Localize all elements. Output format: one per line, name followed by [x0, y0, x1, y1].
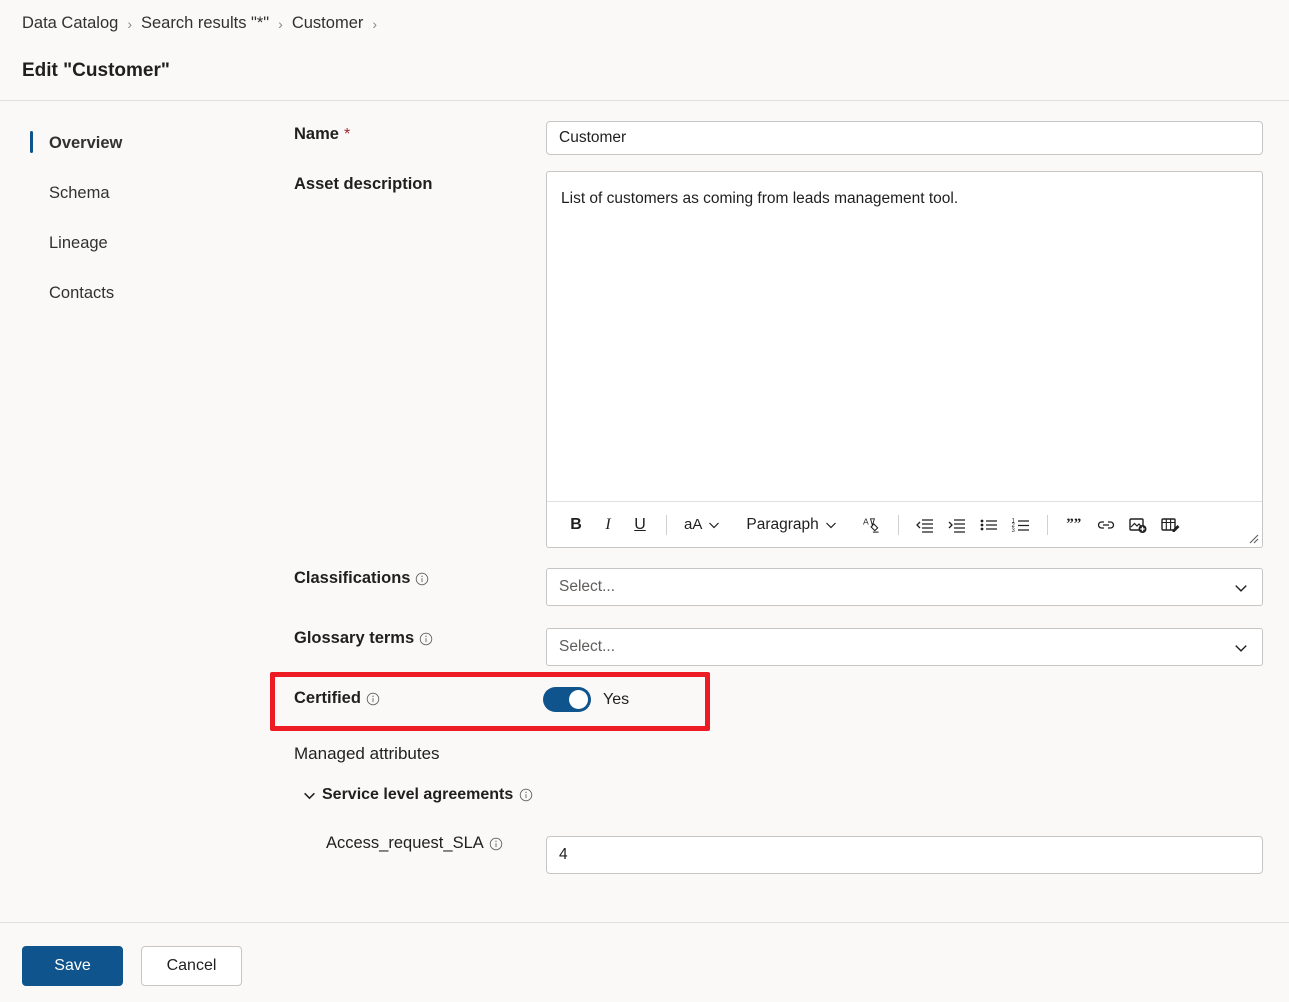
classifications-label: Classifications	[294, 569, 429, 588]
edit-asset-form: Name * Customer Asset description List o…	[270, 101, 1289, 922]
breadcrumb-item-search-results[interactable]: Search results "*"	[141, 14, 269, 33]
blockquote-icon[interactable]: ””	[1059, 510, 1089, 540]
glossary-terms-label: Glossary terms	[294, 629, 433, 648]
underline-icon[interactable]: U	[625, 510, 655, 540]
asset-description-editor: List of customers as coming from leads m…	[546, 171, 1263, 548]
toggle-knob	[569, 690, 588, 709]
chevron-down-icon	[1235, 585, 1247, 592]
required-asterisk: *	[343, 125, 351, 143]
info-icon[interactable]	[519, 788, 533, 802]
name-label-text: Name	[294, 125, 339, 143]
certified-label-text: Certified	[294, 689, 361, 707]
paragraph-style-label: Paragraph	[746, 515, 819, 533]
sidebar-nav: Overview Schema Lineage Contacts	[0, 101, 270, 922]
toolbar-divider	[897, 514, 899, 535]
attribute-label-text: Access_request_SLA	[326, 834, 484, 852]
group-title: Service level agreements	[322, 786, 514, 803]
info-icon[interactable]	[415, 572, 429, 586]
save-button[interactable]: Save	[22, 946, 123, 986]
info-icon[interactable]	[419, 632, 433, 646]
sidebar-item-label: Lineage	[49, 233, 108, 252]
name-input[interactable]: Customer	[546, 121, 1263, 155]
insert-image-icon[interactable]	[1123, 510, 1153, 540]
paragraph-style-dropdown[interactable]: Paragraph	[740, 510, 842, 540]
classifications-select[interactable]: Select...	[546, 568, 1263, 606]
name-input-value: Customer	[559, 129, 627, 146]
sidebar-item-overview[interactable]: Overview	[0, 118, 270, 168]
bulleted-list-icon[interactable]	[974, 510, 1004, 540]
attribute-access-request-sla-input[interactable]: 4	[546, 836, 1263, 874]
sidebar-item-schema[interactable]: Schema	[0, 168, 270, 218]
asset-description-textarea[interactable]: List of customers as coming from leads m…	[547, 172, 1262, 502]
font-size-icon: aA	[684, 516, 703, 533]
sidebar-item-label: Overview	[49, 133, 123, 152]
chevron-down-icon	[304, 792, 315, 799]
glossary-terms-placeholder: Select...	[559, 638, 615, 655]
breadcrumb: Data Catalog › Search results "*" › Cust…	[22, 14, 386, 33]
indent-icon[interactable]	[942, 510, 972, 540]
sidebar-item-contacts[interactable]: Contacts	[0, 268, 270, 318]
bold-icon[interactable]: B	[561, 510, 591, 540]
edit-asset-page: Data Catalog › Search results "*" › Cust…	[0, 0, 1289, 1002]
attribute-access-request-sla-label: Access_request_SLA	[326, 834, 503, 853]
sidebar-item-label: Schema	[49, 183, 110, 202]
italic-icon[interactable]: I	[593, 510, 623, 540]
sidebar-item-label: Contacts	[49, 283, 115, 302]
insert-table-icon[interactable]	[1155, 510, 1185, 540]
certified-toggle-group: Yes	[543, 687, 629, 712]
form-actions-footer: Save Cancel	[0, 922, 1289, 1002]
chevron-down-icon	[825, 522, 836, 528]
page-header: Data Catalog › Search results "*" › Cust…	[0, 0, 1289, 101]
svg-text:A: A	[863, 517, 869, 527]
chevron-down-icon	[1235, 645, 1247, 652]
breadcrumb-item-data-catalog[interactable]: Data Catalog	[22, 14, 118, 33]
cancel-button[interactable]: Cancel	[141, 946, 242, 986]
numbered-list-icon[interactable]: 1 2 3	[1006, 510, 1036, 540]
managed-attributes-heading: Managed attributes	[294, 744, 440, 763]
sidebar-item-lineage[interactable]: Lineage	[0, 218, 270, 268]
asset-description-label: Asset description	[294, 175, 432, 194]
classifications-placeholder: Select...	[559, 578, 615, 595]
asset-description-label-text: Asset description	[294, 175, 433, 193]
breadcrumb-separator-icon: ›	[127, 15, 132, 32]
breadcrumb-separator-icon: ›	[372, 15, 378, 32]
info-icon[interactable]	[489, 837, 503, 851]
link-icon[interactable]	[1091, 510, 1121, 540]
chevron-down-icon	[709, 522, 720, 528]
outdent-icon[interactable]	[910, 510, 940, 540]
editor-toolbar: B I U aA Paragraph A 1 2 3 ””	[547, 501, 1262, 547]
attribute-value: 4	[559, 846, 568, 863]
certified-label: Certified	[294, 689, 380, 708]
resize-handle-icon[interactable]	[1248, 533, 1259, 544]
toolbar-divider	[1046, 514, 1048, 535]
clear-formatting-icon[interactable]: A	[857, 510, 887, 540]
classifications-label-text: Classifications	[294, 569, 411, 587]
glossary-terms-select[interactable]: Select...	[546, 628, 1263, 666]
toolbar-divider	[666, 514, 667, 535]
page-title: Edit "Customer"	[22, 60, 170, 81]
certified-toggle[interactable]	[543, 687, 591, 712]
svg-text:3: 3	[1011, 528, 1015, 534]
name-label: Name *	[294, 125, 350, 144]
info-icon[interactable]	[366, 692, 380, 706]
breadcrumb-item-customer[interactable]: Customer	[292, 14, 364, 33]
font-size-dropdown[interactable]: aA	[678, 510, 726, 540]
certified-toggle-state-label: Yes	[603, 690, 630, 708]
glossary-terms-label-text: Glossary terms	[294, 629, 415, 647]
managed-attribute-group-service-level-agreements[interactable]: Service level agreements	[303, 786, 533, 804]
breadcrumb-separator-icon: ›	[278, 15, 283, 32]
